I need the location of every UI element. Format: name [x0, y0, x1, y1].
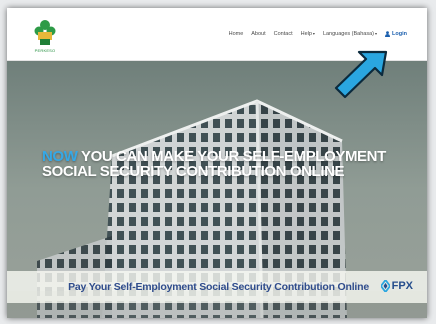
nav-home[interactable]: Home: [229, 31, 244, 37]
chevron-down-icon: ▾: [375, 31, 378, 36]
nav-about[interactable]: About: [251, 31, 265, 37]
fpx-logo: FPX: [380, 280, 413, 292]
headline-text: YOU CAN MAKE YOUR SELF-EMPLOYMENT SOCIAL…: [42, 148, 386, 180]
chevron-down-icon: ▾: [312, 31, 315, 36]
logo-text: PERKESO: [34, 48, 56, 53]
pointer-arrow-icon: [334, 50, 388, 99]
payment-banner[interactable]: Pay Your Self-Employment Social Security…: [7, 271, 427, 303]
main-nav: Home About Contact Help▾ Languages (Baha…: [221, 31, 407, 37]
nav-help[interactable]: Help▾: [301, 31, 315, 37]
nav-contact[interactable]: Contact: [274, 31, 293, 37]
nav-languages[interactable]: Languages (Bahasa)▾: [323, 31, 377, 37]
nav-login[interactable]: Login: [385, 31, 407, 37]
logo-emblem-icon: [34, 20, 56, 45]
perkeso-logo[interactable]: PERKESO: [27, 17, 63, 57]
hero-headline: NOW YOU CAN MAKE YOUR SELF-EMPLOYMENT SO…: [42, 149, 392, 179]
fpx-icon: [380, 280, 390, 292]
banner-text: Pay Your Self-Employment Social Security…: [68, 281, 369, 293]
user-icon: [385, 31, 391, 37]
